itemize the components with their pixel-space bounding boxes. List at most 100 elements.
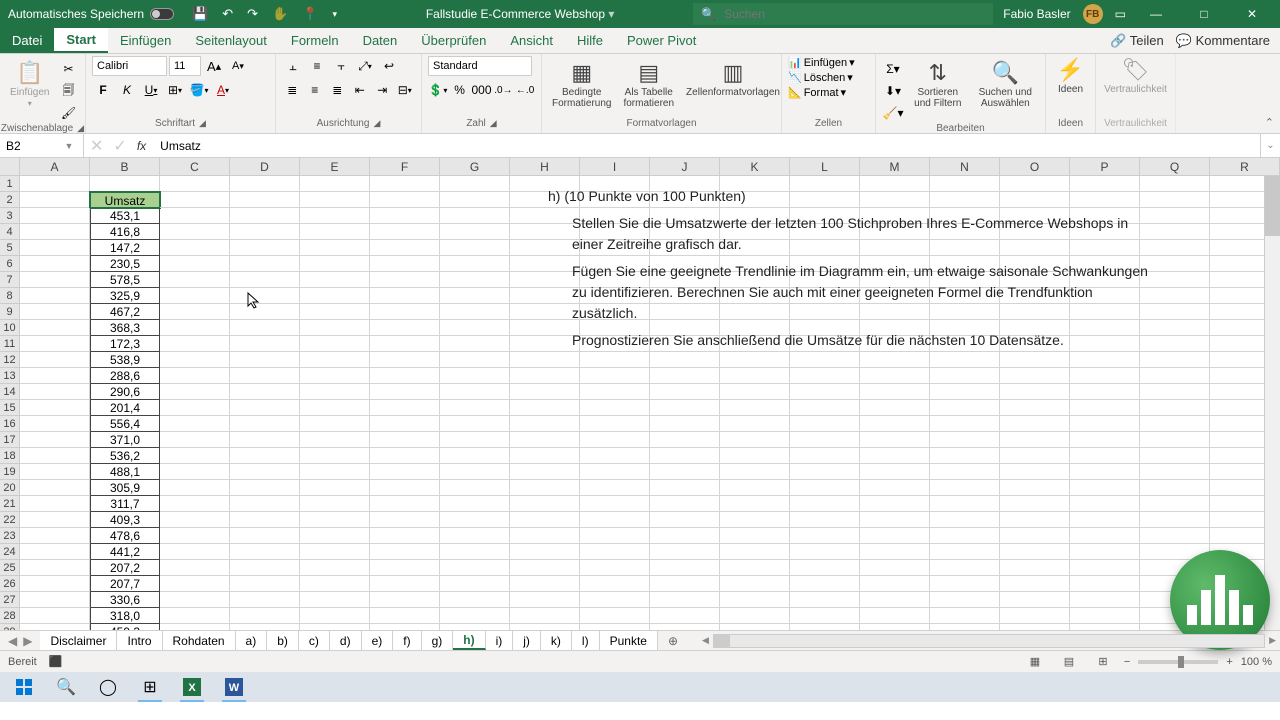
insert-cells-button[interactable]: 📊 Einfügen ▾ [788,56,869,69]
cell[interactable] [930,416,1000,432]
cell[interactable]: 230,5 [90,256,160,272]
cell[interactable] [300,288,370,304]
cell[interactable] [300,304,370,320]
cell[interactable] [1000,512,1070,528]
cell[interactable] [510,400,580,416]
cell[interactable] [790,560,860,576]
cell[interactable] [930,560,1000,576]
cell[interactable] [580,368,650,384]
cell[interactable] [370,544,440,560]
cell[interactable] [720,384,790,400]
cell[interactable] [1000,592,1070,608]
cell[interactable] [160,240,230,256]
search-taskbar-icon[interactable]: 🔍 [46,672,86,702]
cell[interactable] [160,176,230,192]
cell[interactable] [20,608,90,624]
cell[interactable] [510,368,580,384]
cell[interactable]: 538,9 [90,352,160,368]
row-header[interactable]: 1 [0,176,20,192]
cell[interactable] [230,192,300,208]
cell[interactable] [860,464,930,480]
cell[interactable]: 288,6 [90,368,160,384]
search-box[interactable]: 🔍 [693,3,993,25]
name-box-input[interactable] [0,139,60,153]
cell[interactable] [720,416,790,432]
word-taskbar-icon[interactable]: W [214,672,254,702]
cell[interactable] [440,240,510,256]
cell[interactable] [1070,576,1140,592]
cell[interactable] [230,480,300,496]
cell[interactable] [650,496,720,512]
column-header[interactable]: B [90,158,160,176]
cell[interactable] [230,624,300,630]
cell[interactable] [510,544,580,560]
font-color-icon[interactable]: A▾ [212,80,234,100]
cell[interactable] [580,528,650,544]
cell[interactable] [370,432,440,448]
row-header[interactable]: 18 [0,448,20,464]
cell[interactable] [1000,448,1070,464]
cell[interactable] [20,336,90,352]
cell[interactable] [230,544,300,560]
cell[interactable] [650,592,720,608]
sheet-tab[interactable]: Intro [117,631,162,650]
touch-mode-icon[interactable]: ✋ [272,6,288,22]
row-header[interactable]: 10 [0,320,20,336]
cell[interactable] [860,608,930,624]
cell[interactable] [510,496,580,512]
cell[interactable] [300,224,370,240]
cell[interactable] [160,576,230,592]
cell[interactable] [1070,448,1140,464]
cell[interactable] [1000,368,1070,384]
ribbon-display-icon[interactable]: ▭ [1115,7,1126,21]
cell[interactable] [580,432,650,448]
cell[interactable] [370,576,440,592]
align-center-icon[interactable]: ≡ [305,80,326,100]
row-header[interactable]: 12 [0,352,20,368]
cell[interactable] [1140,368,1210,384]
align-top-icon[interactable]: ⫠ [282,56,304,76]
cell[interactable] [790,432,860,448]
cell[interactable] [860,560,930,576]
cell[interactable]: 409,3 [90,512,160,528]
cell[interactable] [1000,432,1070,448]
cell[interactable] [370,528,440,544]
cell[interactable] [230,608,300,624]
cell[interactable] [160,496,230,512]
document-title[interactable]: Fallstudie E-Commerce Webshop ▾ [347,7,693,21]
sheet-tab[interactable]: c) [299,631,330,650]
cell[interactable] [20,208,90,224]
cell[interactable] [1070,432,1140,448]
cell[interactable] [510,432,580,448]
cell[interactable] [720,528,790,544]
name-box-dropdown-icon[interactable]: ▼ [60,141,78,151]
zoom-in-icon[interactable]: + [1226,656,1232,668]
align-left-icon[interactable]: ≣ [282,80,303,100]
cell[interactable] [650,368,720,384]
cell[interactable] [440,496,510,512]
cell[interactable] [230,336,300,352]
cell[interactable] [230,288,300,304]
cell[interactable] [930,608,1000,624]
cell[interactable] [230,352,300,368]
cell[interactable] [930,528,1000,544]
cell[interactable] [580,480,650,496]
cell[interactable] [580,448,650,464]
cell[interactable] [720,352,790,368]
cell[interactable] [790,608,860,624]
cell[interactable]: 556,4 [90,416,160,432]
tab-hilfe[interactable]: Hilfe [565,28,615,53]
column-header[interactable]: O [1000,158,1070,176]
cell[interactable] [300,576,370,592]
cell[interactable] [1070,416,1140,432]
collapse-ribbon-icon[interactable]: ⌃ [1265,116,1274,129]
merge-icon[interactable]: ⊟▾ [395,80,416,100]
cell[interactable] [790,352,860,368]
minimize-button[interactable]: — [1138,0,1174,28]
cell[interactable] [510,592,580,608]
cell[interactable]: 207,2 [90,560,160,576]
column-header[interactable]: I [580,158,650,176]
sheet-tab[interactable]: d) [330,631,362,650]
zoom-level[interactable]: 100 % [1241,656,1272,668]
cell[interactable] [510,576,580,592]
